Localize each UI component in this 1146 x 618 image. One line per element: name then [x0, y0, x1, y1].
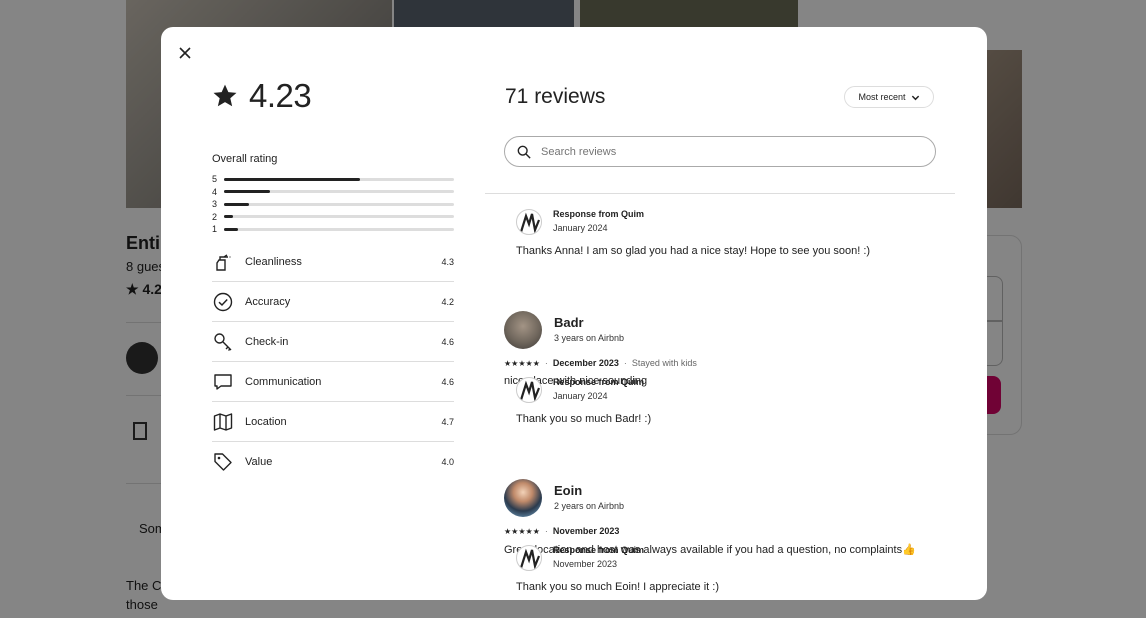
category-label: Check-in	[245, 335, 289, 348]
review-stars: ★★★★★	[504, 358, 540, 368]
reviewer-tenure: 3 years on Airbnb	[554, 333, 625, 343]
review-stars: ★★★★★	[504, 526, 540, 536]
close-button[interactable]	[173, 41, 197, 65]
response-date: January 2024	[553, 223, 608, 233]
distribution-row: 1	[212, 223, 454, 236]
sort-dropdown[interactable]: Most recent	[844, 86, 934, 108]
category-check-in: Check-in 4.6	[212, 322, 454, 362]
chevron-down-icon	[911, 95, 919, 100]
distribution-bar-track	[224, 202, 454, 206]
category-location: Location 4.7	[212, 402, 454, 442]
overall-rating-label: Overall rating	[212, 153, 278, 165]
check-circle-icon	[212, 291, 234, 313]
review-stay-type: Stayed with kids	[631, 358, 697, 368]
key-icon	[212, 331, 234, 353]
overall-score: 4.23	[212, 77, 312, 115]
category-value: 4.6	[441, 336, 454, 347]
distribution-star-label: 1	[212, 224, 218, 235]
chat-bubble-icon	[212, 371, 234, 393]
distribution-row: 3	[212, 198, 454, 211]
search-input[interactable]	[539, 144, 923, 159]
reviewer-avatar	[504, 479, 542, 517]
distribution-bar-track	[224, 215, 454, 219]
response-from: Response from Quim	[553, 209, 645, 219]
review-meta: ★★★★★ · December 2023 · Stayed with kids	[504, 358, 697, 368]
review-date: December 2023	[552, 358, 619, 368]
distribution-row: 4	[212, 186, 454, 199]
tag-icon	[212, 451, 234, 473]
star-icon	[213, 84, 237, 107]
reviewer-avatar	[504, 311, 542, 349]
response-from: Response from Quim	[553, 545, 645, 555]
distribution-bar-track	[224, 227, 454, 231]
reviewer-name: Eoin	[554, 483, 583, 498]
distribution-bar-track	[224, 177, 454, 181]
close-icon	[179, 47, 191, 59]
category-value: 4.2	[441, 296, 454, 307]
distribution-row: 2	[212, 211, 454, 224]
overall-score-value: 4.23	[249, 77, 312, 114]
category-value: 4.3	[441, 256, 454, 267]
category-communication: Communication 4.6	[212, 362, 454, 402]
category-value: 4.6	[441, 376, 454, 387]
category-value: 4.7	[441, 416, 454, 427]
host-avatar	[516, 545, 542, 571]
reviews-list[interactable]: Response from Quim January 2024 Thanks A…	[504, 194, 944, 600]
distribution-star-label: 3	[212, 199, 218, 210]
host-avatar	[516, 377, 542, 403]
category-label: Value	[245, 455, 273, 468]
distribution-bar-fill	[224, 190, 270, 194]
rating-distribution: 54 32 1	[212, 173, 454, 236]
response-from: Response from Quim	[553, 377, 645, 387]
distribution-star-label: 5	[212, 174, 218, 185]
response-text: Thank you so much Eoin! I appreciate it …	[516, 581, 719, 593]
distribution-bar-track	[224, 190, 454, 194]
search-reviews-box[interactable]	[504, 136, 936, 167]
response-date: January 2024	[553, 391, 608, 401]
category-ratings: Cleanliness 4.3 Accuracy 4.2 Check-in 4.6 Comm…	[212, 242, 454, 481]
sort-label: Most recent	[858, 92, 906, 102]
category-label: Cleanliness	[245, 255, 302, 268]
category-label: Communication	[245, 375, 322, 388]
response-text: Thanks Anna! I am so glad you had a nice…	[516, 245, 871, 257]
distribution-row: 5	[212, 173, 454, 186]
response-date: November 2023	[553, 559, 618, 569]
search-icon	[517, 145, 531, 159]
distribution-star-label: 2	[212, 211, 218, 222]
review-meta: ★★★★★ · November 2023	[504, 526, 620, 536]
reviewer-name: Badr	[554, 315, 584, 330]
distribution-bar-fill	[224, 177, 360, 181]
distribution-bar-fill	[224, 215, 234, 219]
reviews-count-title: 71 reviews	[505, 85, 606, 108]
distribution-bar-fill	[224, 227, 238, 231]
response-text: Thank you so much Badr! :)	[516, 413, 652, 425]
host-avatar	[516, 209, 542, 235]
category-label: Accuracy	[245, 295, 291, 308]
review-date: November 2023	[552, 526, 620, 536]
reviewer-tenure: 2 years on Airbnb	[554, 501, 625, 511]
category-accuracy: Accuracy 4.2	[212, 282, 454, 322]
spray-bottle-icon	[212, 251, 234, 273]
reviews-modal: 4.23 Overall rating 54 32 1 Cleanliness 4.3…	[161, 27, 987, 600]
category-label: Location	[245, 415, 287, 428]
map-icon	[212, 411, 234, 433]
category-cleanliness: Cleanliness 4.3	[212, 242, 454, 282]
distribution-bar-fill	[224, 202, 250, 206]
category-value: Value 4.0	[212, 442, 454, 481]
category-value: 4.0	[441, 456, 454, 467]
distribution-star-label: 4	[212, 186, 218, 197]
